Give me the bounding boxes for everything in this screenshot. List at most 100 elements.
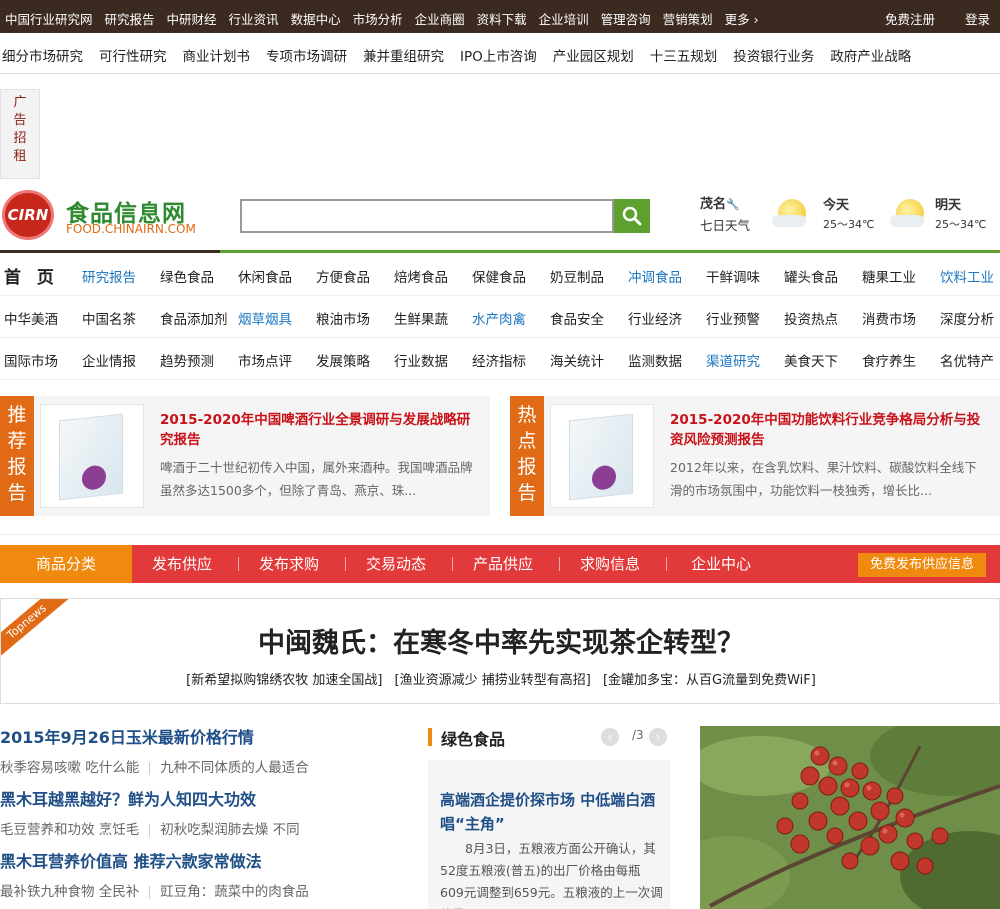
category-home[interactable]: 首 页	[4, 263, 59, 288]
peppercorn-photo[interactable]	[700, 726, 1000, 909]
news-sub-link[interactable]: 秋季容易咳嗽 吃什么能	[0, 760, 139, 776]
category-item[interactable]: 海关统计	[550, 350, 604, 370]
report-title[interactable]: 2015-2020年中国啤酒行业全景调研与发展战略研究报告	[160, 410, 480, 450]
category-item[interactable]: 消费市场	[862, 308, 916, 328]
category-item[interactable]: 行业经济	[628, 308, 682, 328]
top-nav-item[interactable]: 资料下载	[477, 9, 527, 28]
trade-nav-item[interactable]: 交易动态	[366, 545, 426, 583]
trade-nav-item[interactable]: 发布求购	[259, 545, 319, 583]
top-news-link[interactable]: [渔业资源减少 捕捞业转型有高招]	[395, 673, 591, 688]
service-nav-item[interactable]: IPO上市咨询	[460, 45, 537, 65]
category-item[interactable]: 监测数据	[628, 350, 682, 370]
category-item[interactable]: 发展策略	[316, 350, 370, 370]
top-nav-item[interactable]: 研究报告	[105, 9, 155, 28]
news-sub-link[interactable]: 九种不同体质的人最适合	[160, 760, 309, 776]
chevron-right-icon[interactable]: ›	[649, 728, 667, 746]
category-item[interactable]: 美食天下	[784, 350, 838, 370]
category-item[interactable]: 方便食品	[316, 266, 370, 286]
news-title[interactable]: 黑木耳越黑越好？鲜为人知四大功效	[0, 786, 420, 810]
service-nav-item[interactable]: 投资银行业务	[733, 45, 814, 65]
service-nav-item[interactable]: 专项市场调研	[266, 45, 347, 65]
hot-report-card[interactable]: 热 点 报 告 2015-2020年中国功能饮料行业竞争格局分析与投资风险预测报…	[510, 396, 1000, 516]
category-item[interactable]: 企业情报	[82, 350, 136, 370]
category-item[interactable]: 研究报告	[82, 266, 136, 286]
news-sub-link[interactable]: 豇豆角：蔬菜中的肉食品	[160, 884, 309, 900]
service-nav-item[interactable]: 政府产业战略	[830, 45, 911, 65]
search-input[interactable]	[240, 199, 614, 233]
report-cover-image[interactable]	[40, 404, 144, 508]
article-title[interactable]: 高端酒企提价探市场 中低端白酒唱“主角”	[440, 788, 662, 836]
category-item[interactable]: 饮料工业	[940, 266, 994, 286]
recommended-report-card[interactable]: 推 荐 报 告 2015-2020年中国啤酒行业全景调研与发展战略研究报告 啤酒…	[0, 396, 490, 516]
category-item[interactable]: 国际市场	[4, 350, 58, 370]
search-button[interactable]	[614, 199, 650, 233]
login-link[interactable]: 登录	[965, 12, 990, 27]
top-nav-item[interactable]: 中研财经	[167, 9, 217, 28]
publish-supply-button[interactable]: 免费发布供应信息	[857, 553, 986, 577]
category-item[interactable]: 中华美酒	[4, 308, 58, 328]
category-item[interactable]: 经济指标	[472, 350, 526, 370]
category-item[interactable]: 烟草烟具	[238, 308, 292, 328]
trade-nav-item[interactable]: 求购信息	[580, 545, 640, 583]
top-nav-item[interactable]: 数据中心	[291, 9, 341, 28]
top-nav-item[interactable]: 中国行业研究网	[5, 9, 93, 28]
top-news-link[interactable]: [金罐加多宝：从百G流量到免费WiF]	[603, 673, 816, 688]
top-nav-item[interactable]: 营销策划	[663, 9, 713, 28]
site-logo[interactable]: CIRN 食品信息网 FOOD.CHINAIRN.COM	[2, 190, 202, 240]
category-item[interactable]: 食疗养生	[862, 350, 916, 370]
category-item[interactable]: 趋势预测	[160, 350, 214, 370]
category-item[interactable]: 干鲜调味	[706, 266, 760, 286]
service-nav-item[interactable]: 商业计划书	[183, 45, 251, 65]
service-nav-item[interactable]: 细分市场研究	[2, 45, 83, 65]
weather-city[interactable]: 茂名🔧	[700, 193, 740, 212]
service-nav-item[interactable]: 兼并重组研究	[363, 45, 444, 65]
category-item[interactable]: 奶豆制品	[550, 266, 604, 286]
category-item[interactable]: 行业预警	[706, 308, 760, 328]
service-nav-item[interactable]: 十三五规划	[650, 45, 718, 65]
service-nav-item[interactable]: 可行性研究	[99, 45, 167, 65]
category-item[interactable]: 生鲜果蔬	[394, 308, 448, 328]
category-item[interactable]: 焙烤食品	[394, 266, 448, 286]
category-item[interactable]: 冲调食品	[628, 266, 682, 286]
news-sub-link[interactable]: 毛豆营养和功效 烹饪毛	[0, 822, 139, 838]
article-card[interactable]: 高端酒企提价探市场 中低端白酒唱“主角” 8月3日，五粮液方面公开确认，其52度…	[428, 760, 670, 909]
top-nav-item[interactable]: 行业资讯	[229, 9, 279, 28]
category-item[interactable]: 绿色食品	[160, 266, 214, 286]
category-item[interactable]: 中国名茶	[82, 308, 136, 328]
category-item[interactable]: 水产肉禽	[472, 308, 526, 328]
seven-day-link[interactable]: 七日天气	[700, 215, 750, 234]
category-item[interactable]: 市场点评	[238, 350, 292, 370]
category-item[interactable]: 休闲食品	[238, 266, 292, 286]
category-item[interactable]: 保健食品	[472, 266, 526, 286]
category-item[interactable]: 投资热点	[784, 308, 838, 328]
category-item[interactable]: 糖果工业	[862, 266, 916, 286]
category-item[interactable]: 罐头食品	[784, 266, 838, 286]
news-title[interactable]: 黑木耳营养价值高 推荐六款家常做法	[0, 848, 420, 872]
top-nav-item[interactable]: 管理咨询	[601, 9, 651, 28]
category-item[interactable]: 渠道研究	[706, 350, 760, 370]
top-news-headline[interactable]: 中闽魏氏：在寒冬中率先实现茶企转型？	[1, 621, 999, 660]
category-item[interactable]: 名优特产	[940, 350, 994, 370]
category-item[interactable]: 食品安全	[550, 308, 604, 328]
report-title[interactable]: 2015-2020年中国功能饮料行业竞争格局分析与投资风险预测报告	[670, 410, 990, 450]
chevron-left-icon[interactable]: ‹	[601, 728, 619, 746]
category-item[interactable]: 粮油市场	[316, 308, 370, 328]
top-nav-item[interactable]: 市场分析	[353, 9, 403, 28]
top-nav-item[interactable]: 企业培训	[539, 9, 589, 28]
top-news-link[interactable]: [新希望拟购锦绣农牧 加速全国战]	[186, 673, 382, 688]
trade-nav-item[interactable]: 产品供应	[473, 545, 533, 583]
trade-nav-item[interactable]: 企业中心	[691, 545, 751, 583]
category-item[interactable]: 行业数据	[394, 350, 448, 370]
news-sub-link[interactable]: 初秋吃梨润肺去燥 不同	[160, 822, 299, 838]
ad-placeholder[interactable]: 广 告 招 租	[0, 89, 40, 179]
trade-nav-categories[interactable]: 商品分类	[0, 545, 132, 583]
top-nav-more[interactable]: 更多 ›	[725, 9, 759, 28]
top-nav-item[interactable]: 企业商圈	[415, 9, 465, 28]
category-item[interactable]: 深度分析	[940, 308, 994, 328]
trade-nav-item[interactable]: 发布供应	[152, 545, 212, 583]
report-cover-image[interactable]	[550, 404, 654, 508]
service-nav-item[interactable]: 产业园区规划	[553, 45, 634, 65]
category-item[interactable]: 食品添加剂	[160, 308, 228, 328]
news-title[interactable]: 2015年9月26日玉米最新价格行情	[0, 724, 420, 748]
register-link[interactable]: 免费注册	[885, 12, 935, 27]
